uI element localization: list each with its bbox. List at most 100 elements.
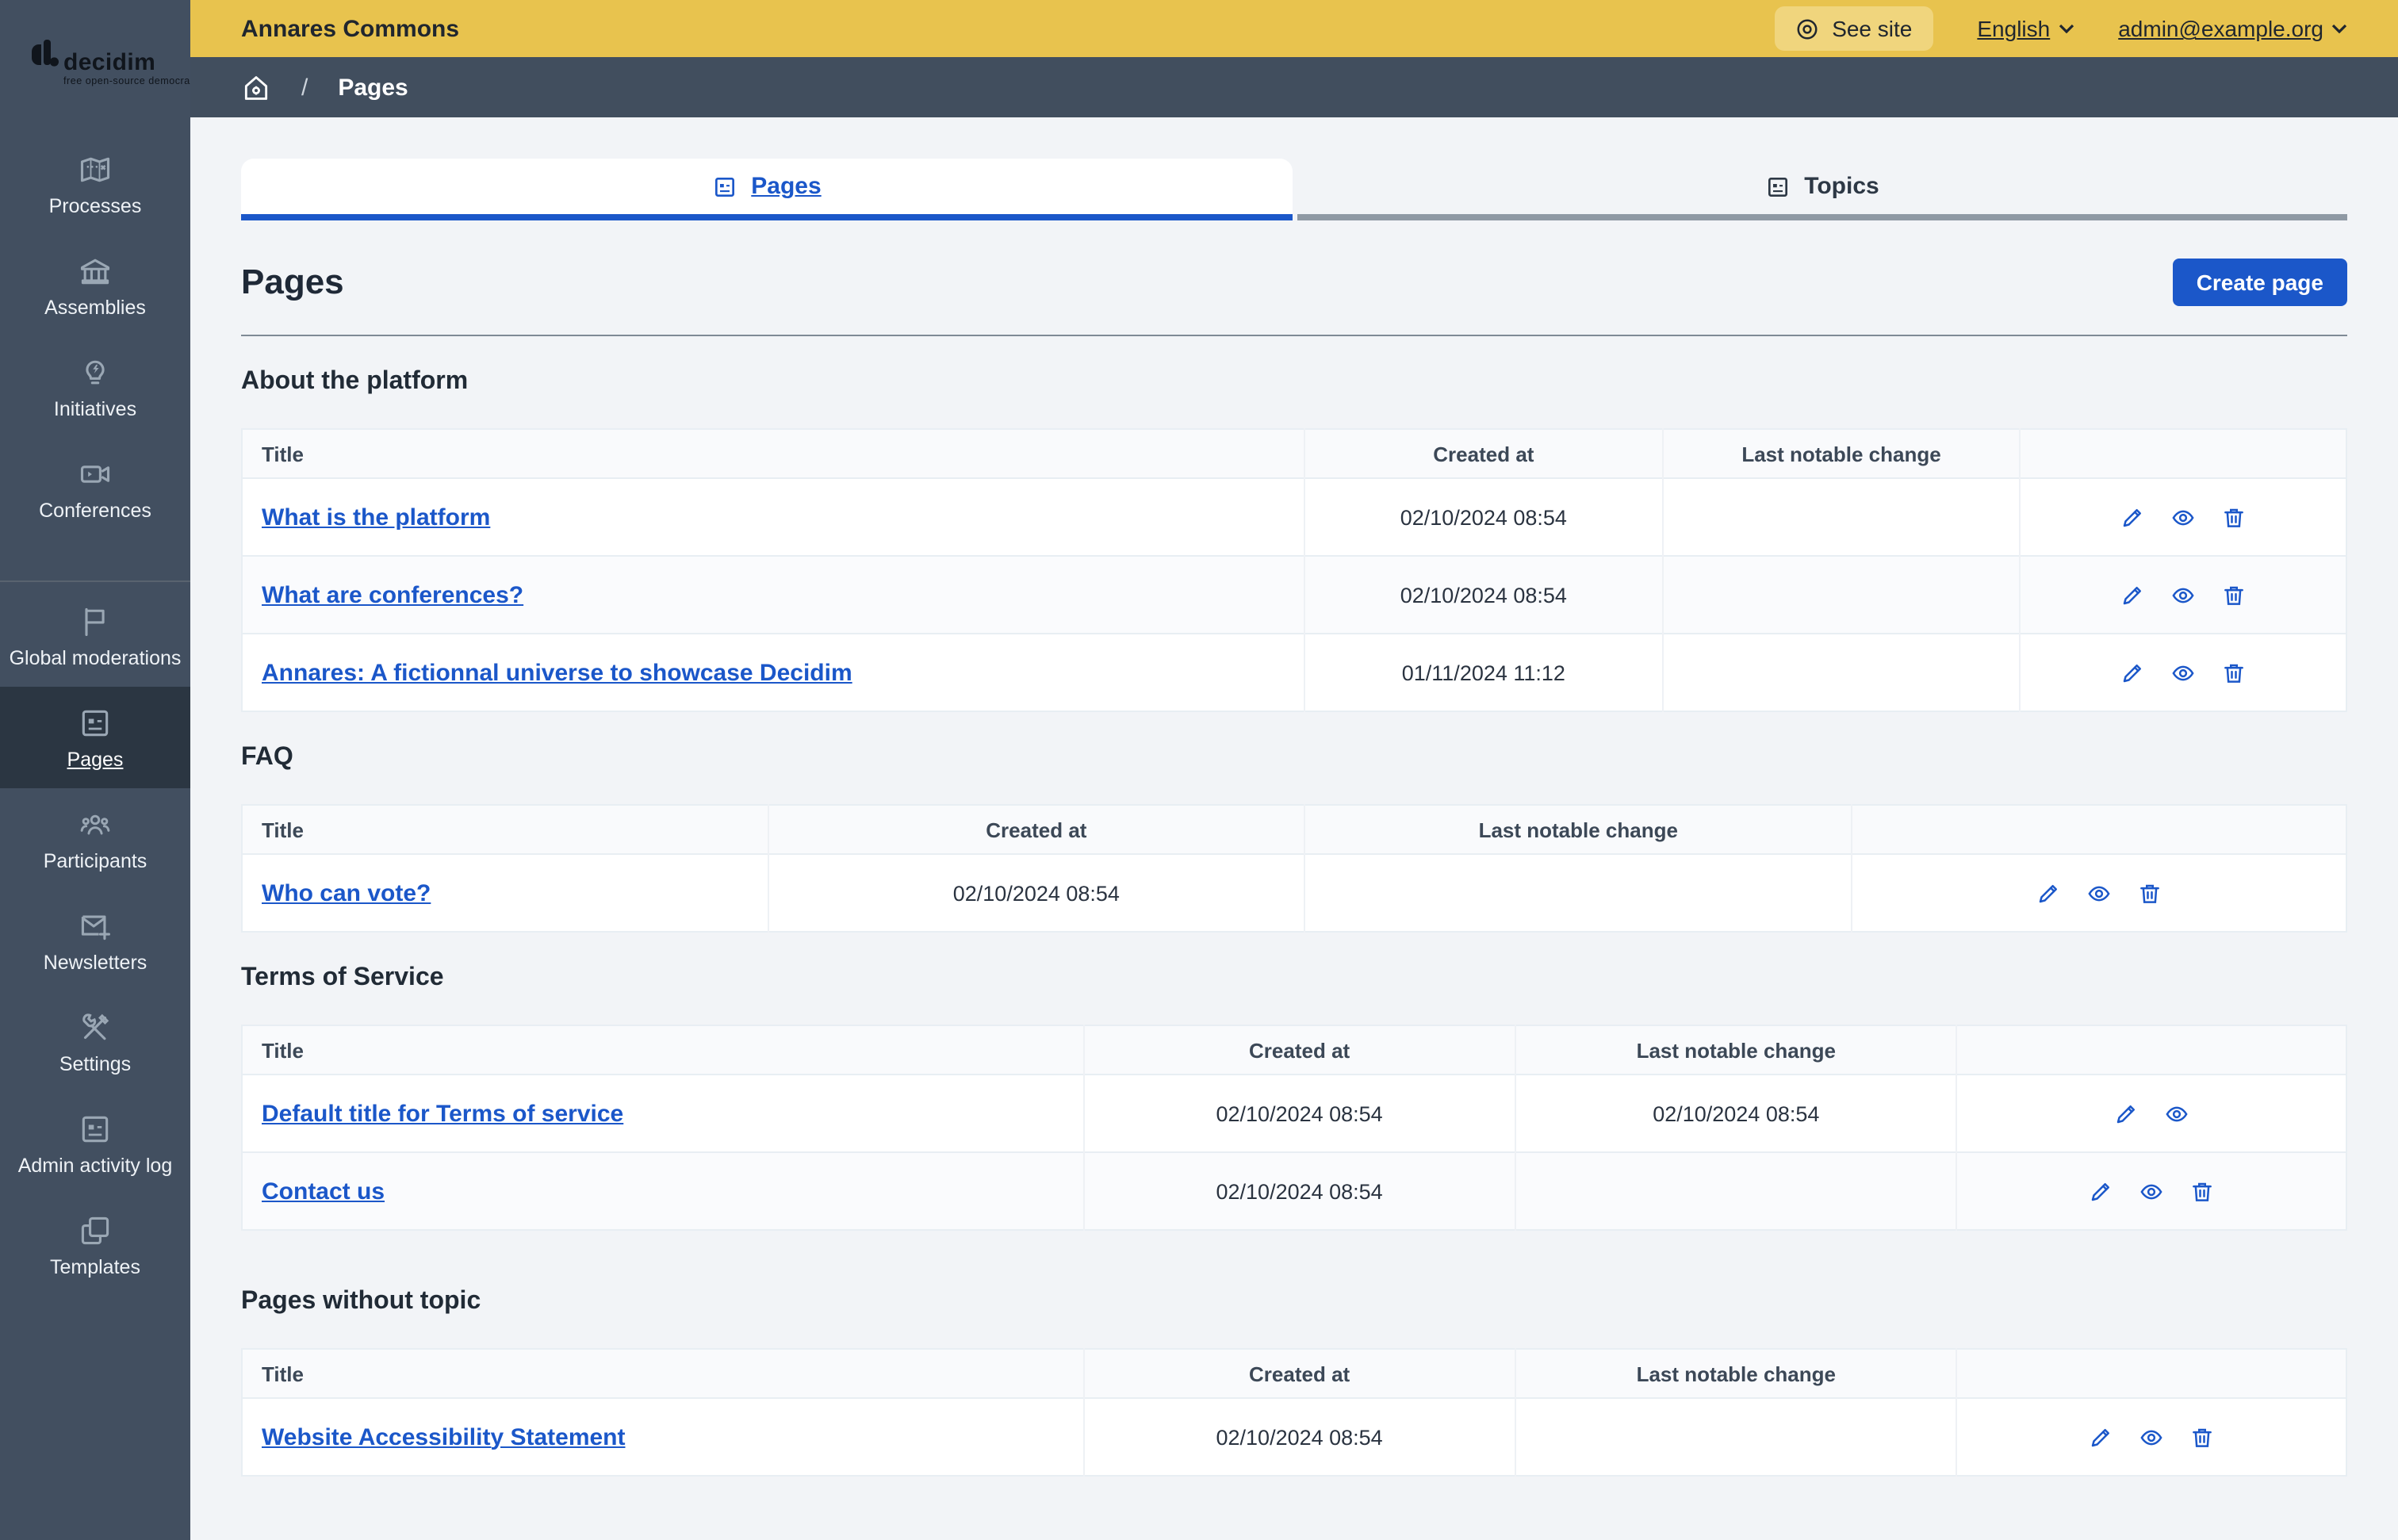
page-title-link[interactable]: Default title for Terms of service [262, 1100, 623, 1127]
preview-button[interactable] [2171, 661, 2195, 684]
page-title-link[interactable]: What are conferences? [262, 581, 523, 608]
page-title-link[interactable]: Who can vote? [262, 879, 431, 906]
tabs: Pages Topics [241, 159, 2347, 220]
eye-icon [2172, 509, 2194, 525]
sidebar-item-settings[interactable]: Settings [0, 991, 190, 1093]
row-actions [2040, 583, 2327, 607]
article-icon [1768, 177, 1787, 196]
last-change-cell [1514, 1151, 1957, 1230]
column-created-at: Created at [1304, 429, 1663, 478]
sidebar-item-conferences[interactable]: Conferences [0, 438, 190, 539]
page-title-link[interactable]: Contact us [262, 1178, 385, 1205]
account-menu[interactable]: admin@example.org [2118, 16, 2347, 41]
row-actions [1977, 1179, 2327, 1203]
edit-button[interactable] [2120, 505, 2144, 529]
edit-button[interactable] [2036, 881, 2060, 905]
sidebar-item-initiatives[interactable]: Initiatives [0, 336, 190, 438]
created-at-cell: 02/10/2024 08:54 [1304, 477, 1663, 556]
main-content: Pages Topics Pages Create page About the… [190, 117, 2398, 1540]
delete-button[interactable] [2222, 505, 2246, 529]
brand-name: decidim [63, 49, 156, 76]
sidebar-item-newsletters[interactable]: Newsletters [0, 890, 190, 991]
edit-button[interactable] [2120, 583, 2144, 607]
section-heading: Pages without topic [241, 1288, 481, 1315]
bank-icon [80, 258, 110, 284]
eye-icon [2140, 1429, 2163, 1445]
column-last-change: Last notable change [1514, 1025, 1957, 1075]
preview-button[interactable] [2139, 1179, 2163, 1203]
preview-button[interactable] [2171, 583, 2195, 607]
video-camera-icon [80, 465, 110, 482]
tab-pages[interactable]: Pages [241, 159, 1292, 220]
pencil-icon [2092, 1428, 2110, 1446]
sections-root: About the platform Title Created at Last… [241, 368, 2347, 1477]
language-menu[interactable]: English [1977, 16, 2074, 41]
delete-button[interactable] [2190, 1179, 2214, 1203]
breadcrumb-home-link[interactable] [241, 72, 271, 102]
column-actions [2019, 429, 2346, 478]
pencil-icon [2124, 664, 2142, 682]
sidebar-item-admin-activity-log[interactable]: Admin activity log [0, 1093, 190, 1194]
column-created-at: Created at [1082, 1025, 1515, 1075]
table-row: What are conferences? 02/10/2024 08:54 [242, 555, 2346, 634]
edit-button[interactable] [2089, 1425, 2113, 1449]
pencil-icon [2039, 884, 2058, 902]
preview-button[interactable] [2087, 881, 2111, 905]
edit-button[interactable] [2114, 1101, 2138, 1125]
trash-icon [2140, 883, 2159, 902]
decidim-logo[interactable]: decidim free open-source democracy [0, 0, 201, 133]
created-at-cell: 02/10/2024 08:54 [1082, 1151, 1515, 1230]
pencil-icon [2124, 508, 2142, 527]
column-title: Title [242, 1025, 1084, 1075]
row-actions [1977, 1425, 2327, 1449]
section-heading: FAQ [241, 744, 293, 771]
created-at-cell: 02/10/2024 08:54 [1304, 555, 1663, 634]
edit-button[interactable] [2120, 661, 2144, 684]
tab-topics[interactable]: Topics [1297, 159, 2347, 220]
preview-button[interactable] [2165, 1101, 2189, 1125]
eye-icon [2088, 885, 2110, 901]
sidebar-item-pages[interactable]: Pages [0, 687, 190, 788]
breadcrumb-current: Pages [338, 74, 408, 102]
eye-icon [2140, 1183, 2163, 1199]
sidebar-item-assemblies[interactable]: Assemblies [0, 235, 190, 336]
pages-section: FAQ Title Created at Last notable change… [241, 744, 2347, 933]
sidebar-item-global-moderations[interactable]: Global moderations [0, 585, 190, 687]
preview-button[interactable] [2171, 505, 2195, 529]
decidim-admin-app: decidim free open-source democracy Proce… [0, 0, 2398, 1540]
column-last-change: Last notable change [1661, 429, 2021, 478]
delete-button[interactable] [2222, 661, 2246, 684]
created-at-cell: 01/11/2024 11:12 [1304, 633, 1663, 711]
last-change-cell: 02/10/2024 08:54 [1514, 1074, 1957, 1152]
delete-button[interactable] [2222, 583, 2246, 607]
page-title-link[interactable]: Website Accessibility Statement [262, 1423, 626, 1450]
table-row: Annares: A fictionnal universe to showca… [242, 633, 2346, 711]
pages-table: Title Created at Last notable change Web… [241, 1348, 2347, 1477]
pencil-icon [2117, 1105, 2136, 1123]
decidim-logo-mark [32, 40, 59, 67]
sidebar: decidim free open-source democracy Proce… [0, 0, 201, 1540]
page-title-link[interactable]: Annares: A fictionnal universe to showca… [262, 659, 852, 686]
title-divider [241, 335, 2347, 336]
see-site-button[interactable]: See site [1775, 6, 1933, 52]
column-created-at: Created at [1082, 1349, 1515, 1398]
delete-button[interactable] [2190, 1425, 2214, 1449]
trash-icon [2224, 663, 2244, 682]
last-change-cell [1661, 477, 2021, 556]
row-actions [1871, 881, 2327, 905]
section-heading: About the platform [241, 368, 469, 395]
sidebar-item-processes[interactable]: Processes [0, 133, 190, 235]
create-page-button[interactable]: Create page [2172, 259, 2347, 306]
trash-icon [2193, 1182, 2212, 1201]
organization-title: Annares Commons [241, 15, 460, 43]
people-icon [80, 814, 110, 834]
sidebar-item-templates[interactable]: Templates [0, 1194, 190, 1296]
last-change-cell [1514, 1397, 1957, 1476]
preview-button[interactable] [2139, 1425, 2163, 1449]
page-title-link[interactable]: What is the platform [262, 504, 490, 531]
sidebar-item-participants[interactable]: Participants [0, 788, 190, 890]
row-actions [1977, 1101, 2327, 1125]
edit-button[interactable] [2089, 1179, 2113, 1203]
tab-active-indicator [241, 214, 1292, 220]
delete-button[interactable] [2138, 881, 2162, 905]
